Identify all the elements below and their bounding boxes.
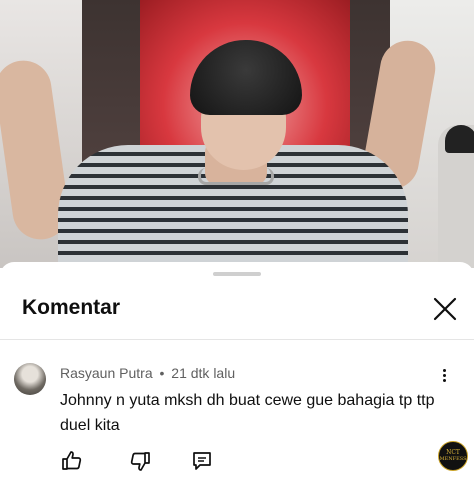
watermark-line2: MENFESS (439, 456, 467, 462)
comment-author[interactable]: Rasyaun Putra (60, 365, 153, 381)
drag-handle[interactable] (213, 272, 261, 276)
reply-icon (193, 452, 211, 470)
header-divider (0, 339, 474, 340)
avatar[interactable] (14, 363, 46, 395)
reply-button[interactable] (190, 449, 214, 473)
video-player[interactable] (0, 0, 474, 268)
dislike-button[interactable] (128, 449, 152, 473)
thumb-down-icon (130, 452, 150, 471)
more-options-button[interactable] (438, 367, 450, 387)
watermark-line1: NCT (446, 449, 460, 456)
like-button[interactable] (60, 449, 84, 473)
meta-separator: • (159, 365, 165, 381)
thumb-up-icon (62, 451, 82, 470)
video-background-person-cap (445, 125, 474, 153)
more-vert-icon (438, 369, 450, 382)
comments-title: Komentar (22, 296, 121, 319)
comment-meta: Rasyaun Putra • 21 dtk lalu (60, 365, 235, 381)
video-person-chain (198, 168, 274, 185)
nct-menfess-watermark: NCT MENFESS (438, 441, 468, 471)
comment-text: Johnny n yuta mksh dh buat cewe gue baha… (60, 392, 435, 434)
close-icon (433, 297, 457, 321)
close-button[interactable] (429, 293, 461, 325)
comment-timestamp: 21 dtk lalu (171, 365, 236, 381)
